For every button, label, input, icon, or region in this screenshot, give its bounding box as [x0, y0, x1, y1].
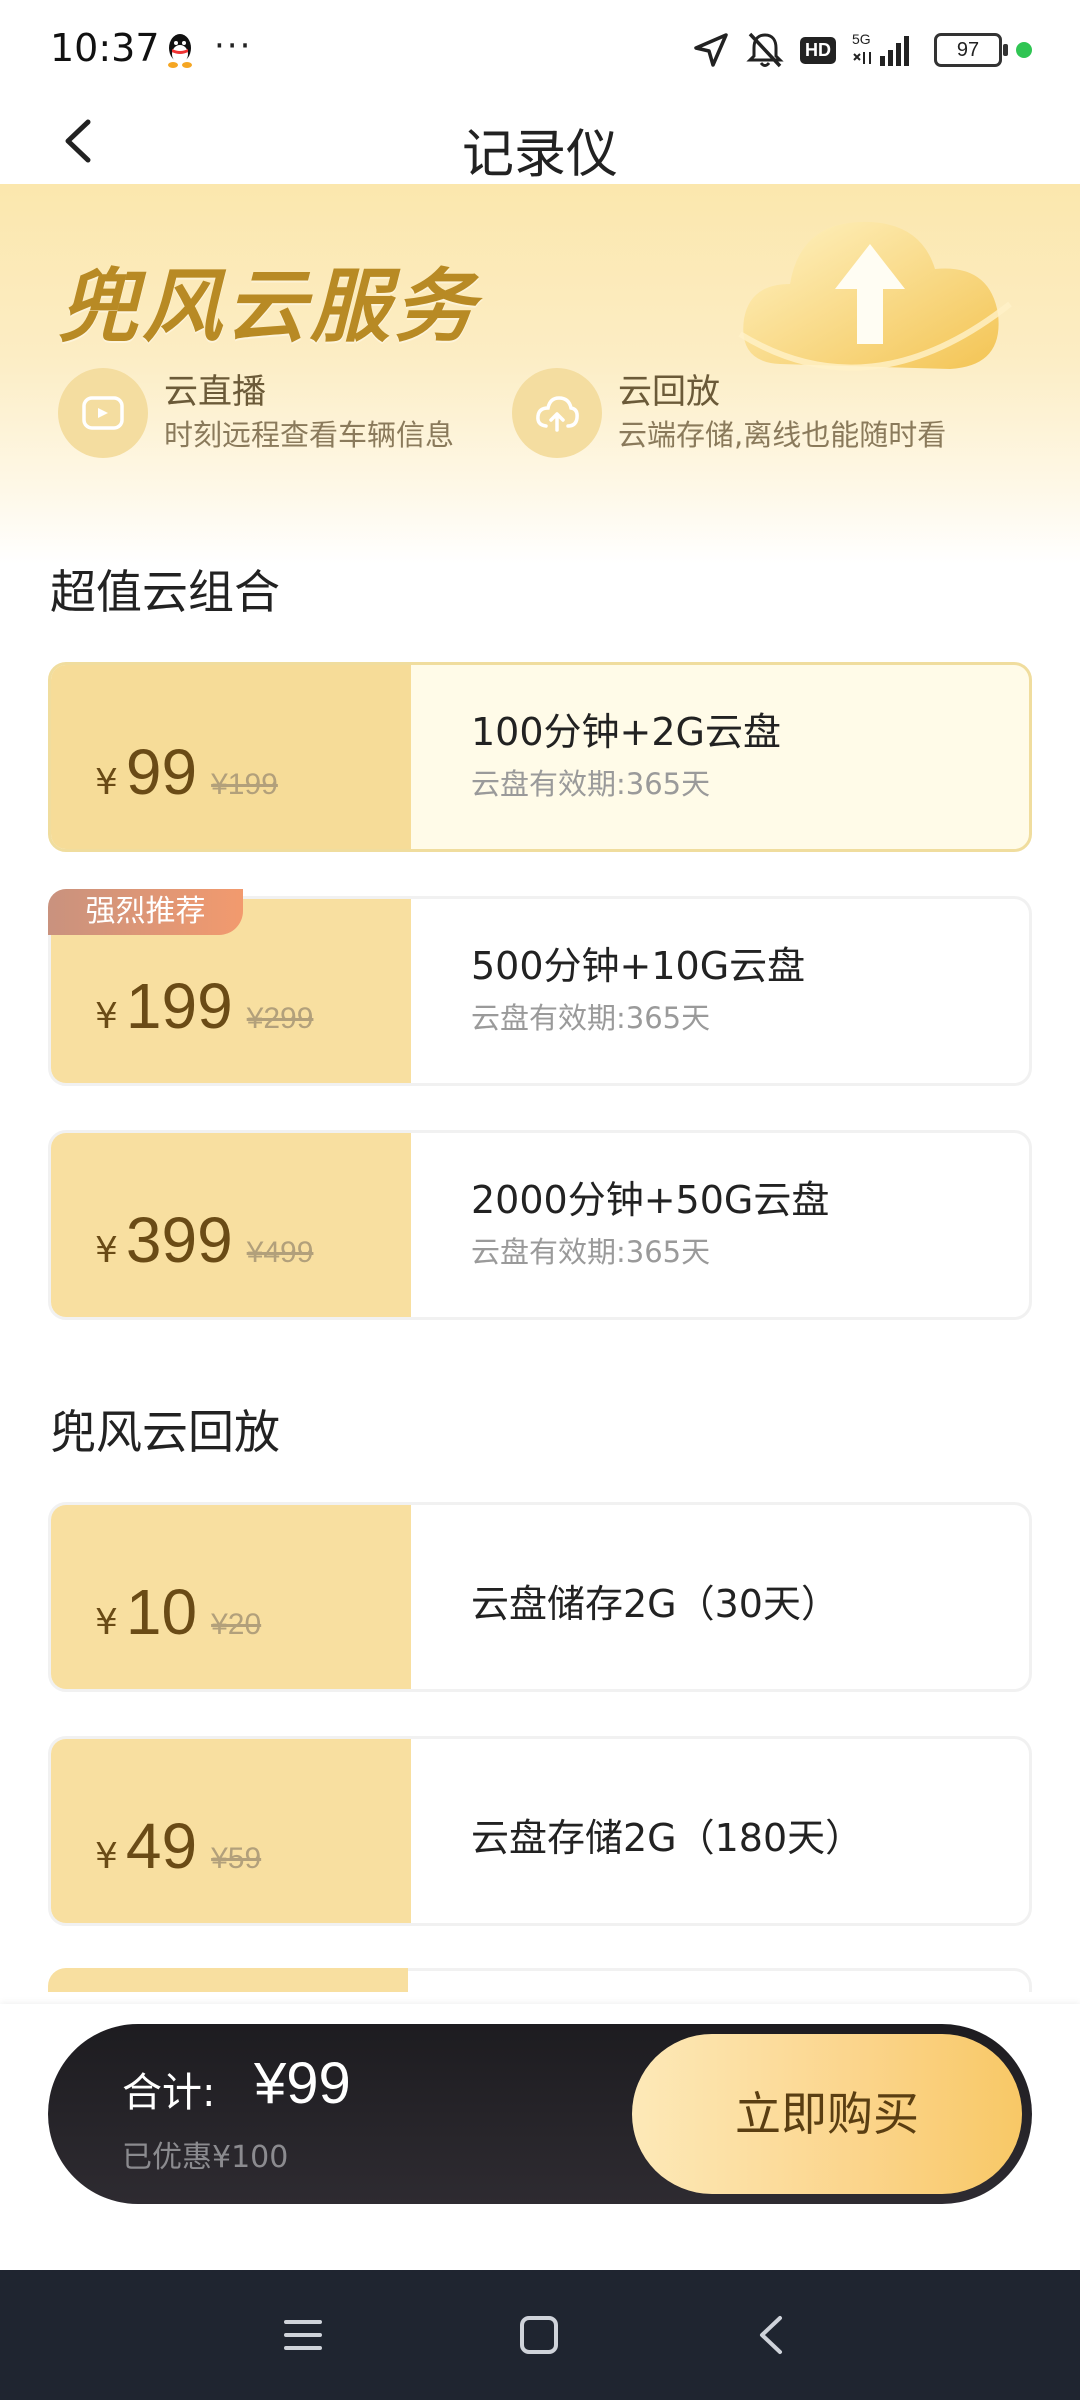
playback-package-card[interactable]: ¥ 49 ¥59 云盘存储2G（180天） — [48, 1736, 1032, 1926]
price-value: 199 — [125, 970, 233, 1042]
live-video-icon — [58, 368, 148, 458]
location-icon — [694, 33, 728, 67]
checkout-area: 合计: ¥99 已优惠¥100 立即购买 — [0, 2004, 1080, 2270]
price-pane: ¥ 399 ¥499 — [51, 1133, 411, 1317]
original-price: ¥499 — [246, 1236, 314, 1269]
package-info-pane — [408, 1968, 1032, 1992]
qq-icon — [168, 34, 192, 68]
total-amount: ¥99 — [254, 2051, 351, 2116]
package-title: 100分钟+2G云盘 — [471, 710, 781, 754]
cloud-upload-illustration — [738, 221, 1012, 371]
currency-symbol: ¥ — [95, 996, 118, 1037]
privacy-indicator-dot — [1016, 42, 1032, 58]
system-navigation-bar — [0, 2270, 1080, 2400]
currency-symbol: ¥ — [95, 1602, 118, 1643]
currency-symbol: ¥ — [95, 1230, 118, 1271]
package-title: 云盘存储2G（180天） — [471, 1816, 864, 1860]
combo-package-card[interactable]: ¥ 399 ¥499 2000分钟+50G云盘 云盘有效期:365天 — [48, 1130, 1032, 1320]
feature-playback-title: 云回放 — [618, 372, 720, 412]
total-label: 合计: — [122, 2070, 216, 2116]
combo-package-card[interactable]: ¥ 99 ¥199 100分钟+2G云盘 云盘有效期:365天 — [48, 662, 1032, 852]
currency-symbol: ¥ — [95, 762, 118, 803]
status-time: 10:37 — [50, 26, 160, 70]
price-value: 49 — [125, 1810, 198, 1882]
package-price: ¥ 399 ¥499 — [95, 1203, 313, 1277]
original-price: ¥199 — [211, 768, 278, 801]
page-title: 记录仪 — [461, 125, 618, 185]
currency-symbol: ¥ — [95, 1836, 118, 1877]
package-price: ¥ 199 ¥299 — [95, 969, 313, 1043]
signal-icon: 5G — [852, 31, 909, 66]
price-value: 399 — [125, 1204, 233, 1276]
package-price: ¥ 49 ¥59 — [95, 1809, 261, 1883]
svg-text:5G: 5G — [852, 31, 871, 47]
price-value: 99 — [125, 736, 198, 808]
discount-text: 已优惠¥100 — [122, 2140, 289, 2175]
package-validity: 云盘有效期:365天 — [471, 1001, 711, 1035]
recommended-badge: 强烈推荐 — [48, 889, 243, 935]
feature-live-title: 云直播 — [164, 372, 266, 412]
original-price: ¥299 — [246, 1002, 314, 1035]
more-notifications-icon: ··· — [214, 26, 253, 66]
feature-live-subtitle: 时刻远程查看车辆信息 — [164, 418, 455, 452]
playback-package-card[interactable]: ¥ 10 ¥20 云盘储存2G（30天） — [48, 1502, 1032, 1692]
nav-bar: 记录仪 — [0, 100, 1080, 185]
price-pane: ¥ 99 ¥199 — [51, 665, 411, 849]
package-price: ¥ 10 ¥20 — [95, 1575, 261, 1649]
hd-badge: HD — [800, 36, 836, 64]
package-title: 500分钟+10G云盘 — [471, 944, 806, 988]
back-icon[interactable] — [748, 2310, 798, 2360]
package-validity: 云盘有效期:365天 — [471, 767, 711, 801]
feature-playback-subtitle: 云端存储,离线也能随时看 — [618, 418, 947, 452]
playback-section-title: 兜风云回放 — [50, 1405, 280, 1459]
original-price: ¥20 — [211, 1608, 262, 1641]
playback-package-card-partial[interactable] — [48, 1968, 1032, 1992]
battery-icon: 97 — [934, 33, 1008, 67]
price-pane — [48, 1968, 408, 1992]
checkout-bar: 合计: ¥99 已优惠¥100 立即购买 — [48, 2024, 1032, 2204]
price-pane: ¥ 49 ¥59 — [51, 1739, 411, 1923]
price-pane: ¥ 10 ¥20 — [51, 1505, 411, 1689]
hero-banner: 兜风云服务 云直播 时刻远程查看车辆信息 云回放 云端存储,离线也能随时看 — [0, 184, 1080, 564]
package-validity: 云盘有效期:365天 — [471, 1235, 711, 1269]
package-title: 云盘储存2G（30天） — [471, 1582, 839, 1626]
original-price: ¥59 — [211, 1842, 262, 1875]
brand-title: 兜风云服务 — [58, 260, 478, 353]
package-title: 2000分钟+50G云盘 — [471, 1178, 830, 1222]
package-price: ¥ 99 ¥199 — [95, 735, 278, 809]
home-icon[interactable] — [514, 2310, 564, 2360]
mute-icon — [746, 32, 784, 68]
status-bar: 10:37 ··· HD 5G 97 — [0, 0, 1080, 100]
price-value: 10 — [125, 1576, 198, 1648]
menu-icon[interactable] — [278, 2310, 328, 2360]
buy-now-button[interactable]: 立即购买 — [632, 2034, 1022, 2194]
cloud-upload-icon — [512, 368, 602, 458]
combo-section-title: 超值云组合 — [50, 565, 280, 619]
